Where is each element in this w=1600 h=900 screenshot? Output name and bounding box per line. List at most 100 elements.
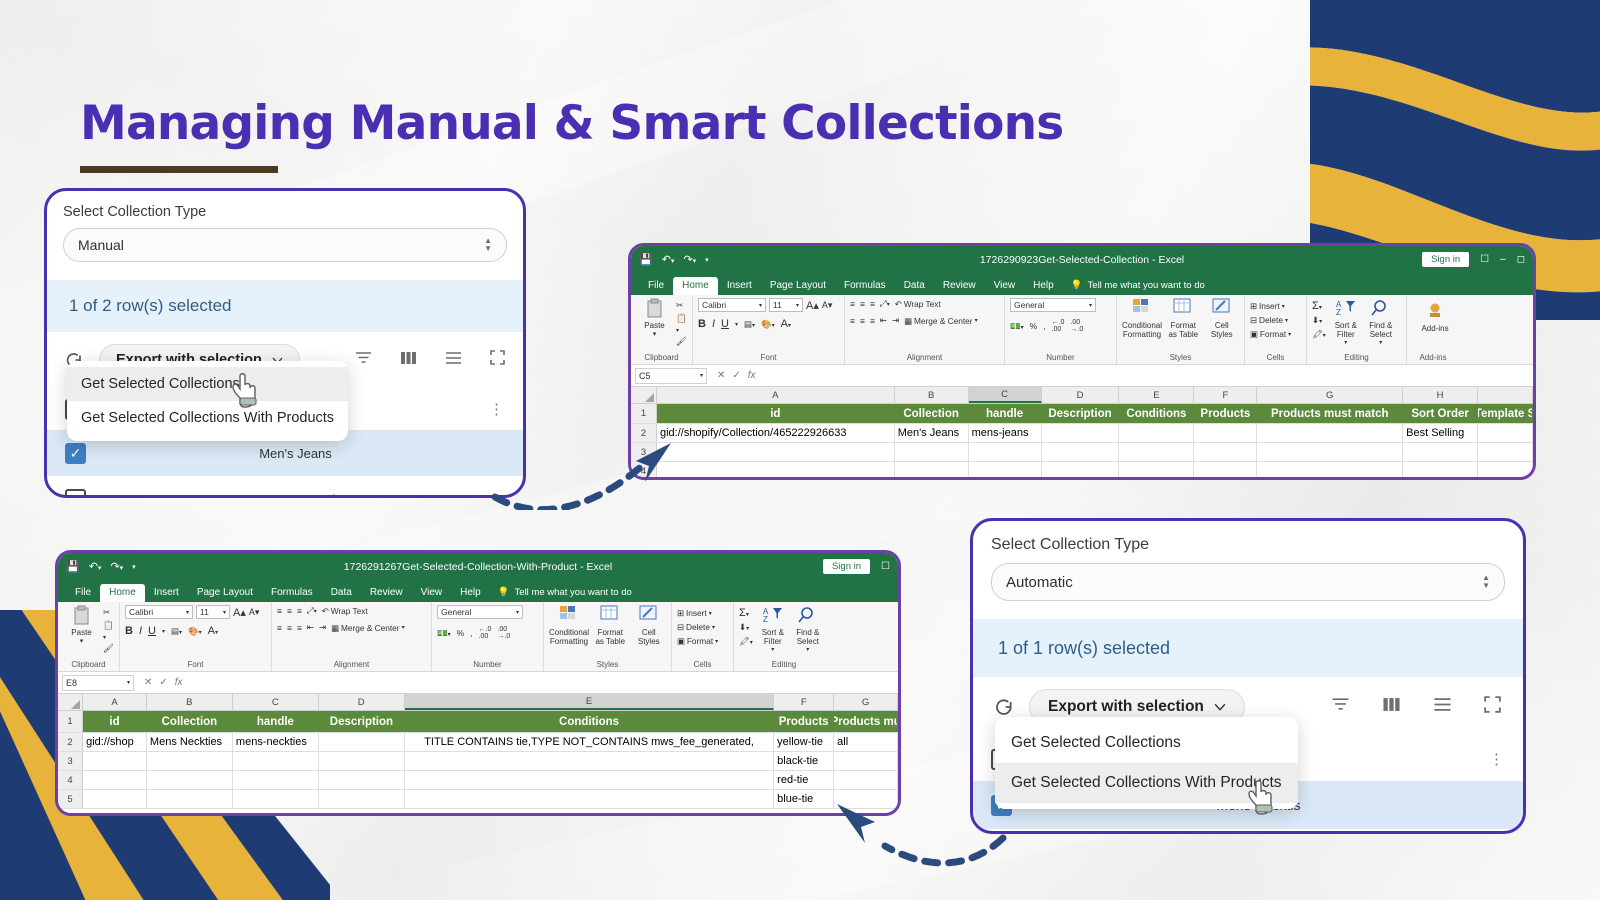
cell-d3[interactable] <box>1042 443 1120 461</box>
row-header[interactable]: 3 <box>58 752 84 770</box>
cell-a3[interactable] <box>83 752 147 770</box>
conditional-formatting-button[interactable]: Conditional Formatting <box>549 605 589 647</box>
tab-help[interactable]: Help <box>1024 277 1063 295</box>
borders-icon[interactable]: ▤▾ <box>744 319 755 330</box>
column-header-g[interactable]: G <box>834 694 898 710</box>
italic-button[interactable]: I <box>712 318 715 330</box>
customize-qat-icon[interactable]: ▾ <box>705 256 709 264</box>
row-header[interactable]: 1 <box>58 711 84 732</box>
cell-b4[interactable] <box>895 462 969 477</box>
refresh-icon[interactable] <box>993 696 1015 718</box>
tab-home[interactable]: Home <box>673 277 718 295</box>
tab-review[interactable]: Review <box>361 584 412 602</box>
column-header-d[interactable]: D <box>1042 387 1120 403</box>
fill-color-icon[interactable]: 🎨▾ <box>188 626 202 637</box>
cell-b3[interactable] <box>147 752 233 770</box>
column-header-a[interactable]: A <box>83 694 147 710</box>
tell-me-search[interactable]: 💡 Tell me what you want to do <box>498 587 632 602</box>
cell-i2[interactable] <box>1478 424 1533 442</box>
row-checkbox[interactable] <box>65 488 86 495</box>
tab-home[interactable]: Home <box>100 584 145 602</box>
cell-h4[interactable] <box>1403 462 1479 477</box>
column-header-b[interactable]: B <box>895 387 969 403</box>
cell-h2[interactable]: Best Selling <box>1403 424 1479 442</box>
decrease-indent-icon[interactable]: ⇤ <box>307 622 314 633</box>
cut-icon[interactable]: ✂ <box>676 300 687 311</box>
tab-view[interactable]: View <box>412 584 452 602</box>
cell-a2[interactable]: gid://shopify/Collection/465222926633 <box>657 424 895 442</box>
comma-style-icon[interactable]: , <box>1043 321 1045 331</box>
cell-c4[interactable] <box>233 771 319 789</box>
format-cells-button[interactable]: ▣ Format ▾ <box>677 636 728 646</box>
redo-icon[interactable]: ↷▾ <box>110 560 123 573</box>
align-center-icon[interactable]: ≡ <box>860 316 865 326</box>
row-header[interactable]: 2 <box>58 733 84 751</box>
format-as-table-button[interactable]: Format as Table <box>593 605 627 647</box>
column-header-d[interactable]: D <box>319 694 405 710</box>
tab-data[interactable]: Data <box>895 277 934 295</box>
fill-color-icon[interactable]: 🎨▾ <box>761 319 775 330</box>
wrap-text-button[interactable]: ↶ Wrap Text <box>895 299 941 309</box>
cell-b4[interactable] <box>147 771 233 789</box>
increase-indent-icon[interactable]: ⇥ <box>319 622 326 633</box>
cell-e3[interactable] <box>1119 443 1195 461</box>
cell-g3[interactable] <box>1257 443 1404 461</box>
cell-a4[interactable] <box>657 462 895 477</box>
tell-me-search[interactable]: 💡 Tell me what you want to do <box>1071 280 1205 295</box>
underline-button[interactable]: U <box>721 318 729 330</box>
row-header[interactable]: 3 <box>631 443 657 461</box>
cell-a3[interactable] <box>657 443 895 461</box>
cell-e5[interactable] <box>405 790 775 808</box>
align-right-icon[interactable]: ≡ <box>870 316 875 326</box>
cut-icon[interactable]: ✂ <box>103 607 114 618</box>
menu-item-get-selected-collections[interactable]: Get Selected Collections <box>995 723 1298 763</box>
table-row[interactable]: 3 black-tie <box>58 752 898 771</box>
merge-center-button[interactable]: ▦ Merge & Center ▾ <box>904 316 977 326</box>
number-format-select[interactable]: General ▾ <box>1010 298 1096 312</box>
delete-cells-button[interactable]: ⊟ Delete ▾ <box>677 622 728 632</box>
tab-insert[interactable]: Insert <box>718 277 761 295</box>
menu-item-get-selected-collections[interactable]: Get Selected Collections <box>67 367 349 401</box>
decrease-decimal-icon[interactable]: .00 →.0 <box>497 626 510 640</box>
copy-icon[interactable]: 📋▾ <box>103 620 114 641</box>
copy-icon[interactable]: 📋▾ <box>676 313 687 334</box>
column-header-c[interactable]: C <box>968 387 1042 403</box>
insert-function-icon[interactable]: fx <box>175 677 183 688</box>
fill-icon[interactable]: ⬇▾ <box>1312 315 1326 326</box>
number-format-select[interactable]: General ▾ <box>437 605 523 619</box>
paste-button[interactable]: Paste ▾ <box>63 605 100 645</box>
orientation-icon[interactable]: ⤢▾ <box>307 605 317 616</box>
increase-font-size-icon[interactable]: A▴ <box>806 299 819 312</box>
cell-c4[interactable] <box>969 462 1042 477</box>
align-bottom-icon[interactable]: ≡ <box>297 606 302 616</box>
restore-icon[interactable]: ◻ <box>1517 254 1525 265</box>
decrease-font-size-icon[interactable]: A▾ <box>822 300 833 311</box>
cell-styles-button[interactable]: Cell Styles <box>632 605 666 647</box>
table-row[interactable]: 5 blue-tie <box>58 790 898 809</box>
decrease-decimal-icon[interactable]: .00 →.0 <box>1070 319 1083 333</box>
font-color-icon[interactable]: A▾ <box>781 318 791 330</box>
borders-icon[interactable]: ▤▾ <box>171 626 182 637</box>
increase-decimal-icon[interactable]: ←.0.00 <box>1052 319 1065 333</box>
tab-review[interactable]: Review <box>934 277 985 295</box>
cell-f5[interactable]: blue-tie <box>774 790 835 808</box>
increase-indent-icon[interactable]: ⇥ <box>892 315 899 326</box>
cell-c2[interactable]: mens-jeans <box>969 424 1042 442</box>
bold-button[interactable]: B <box>125 625 133 637</box>
cell-b2[interactable]: Men's Jeans <box>895 424 969 442</box>
paste-button[interactable]: Paste ▾ <box>636 298 673 338</box>
fullscreen-icon[interactable] <box>490 350 505 370</box>
align-middle-icon[interactable]: ≡ <box>860 299 865 309</box>
cell-c3[interactable] <box>969 443 1042 461</box>
redo-icon[interactable]: ↷▾ <box>683 253 696 266</box>
columns-icon[interactable] <box>1382 697 1401 717</box>
cell-d2[interactable] <box>1042 424 1120 442</box>
cell-b3[interactable] <box>895 443 969 461</box>
table-row[interactable]: 4 <box>631 462 1533 477</box>
cell-g2[interactable]: all <box>834 733 898 751</box>
cancel-formula-icon[interactable]: ✕ <box>144 677 152 688</box>
cell-d3[interactable] <box>319 752 405 770</box>
cell-d4[interactable] <box>319 771 405 789</box>
density-icon[interactable] <box>1433 697 1452 717</box>
select-all-corner[interactable] <box>631 387 657 403</box>
